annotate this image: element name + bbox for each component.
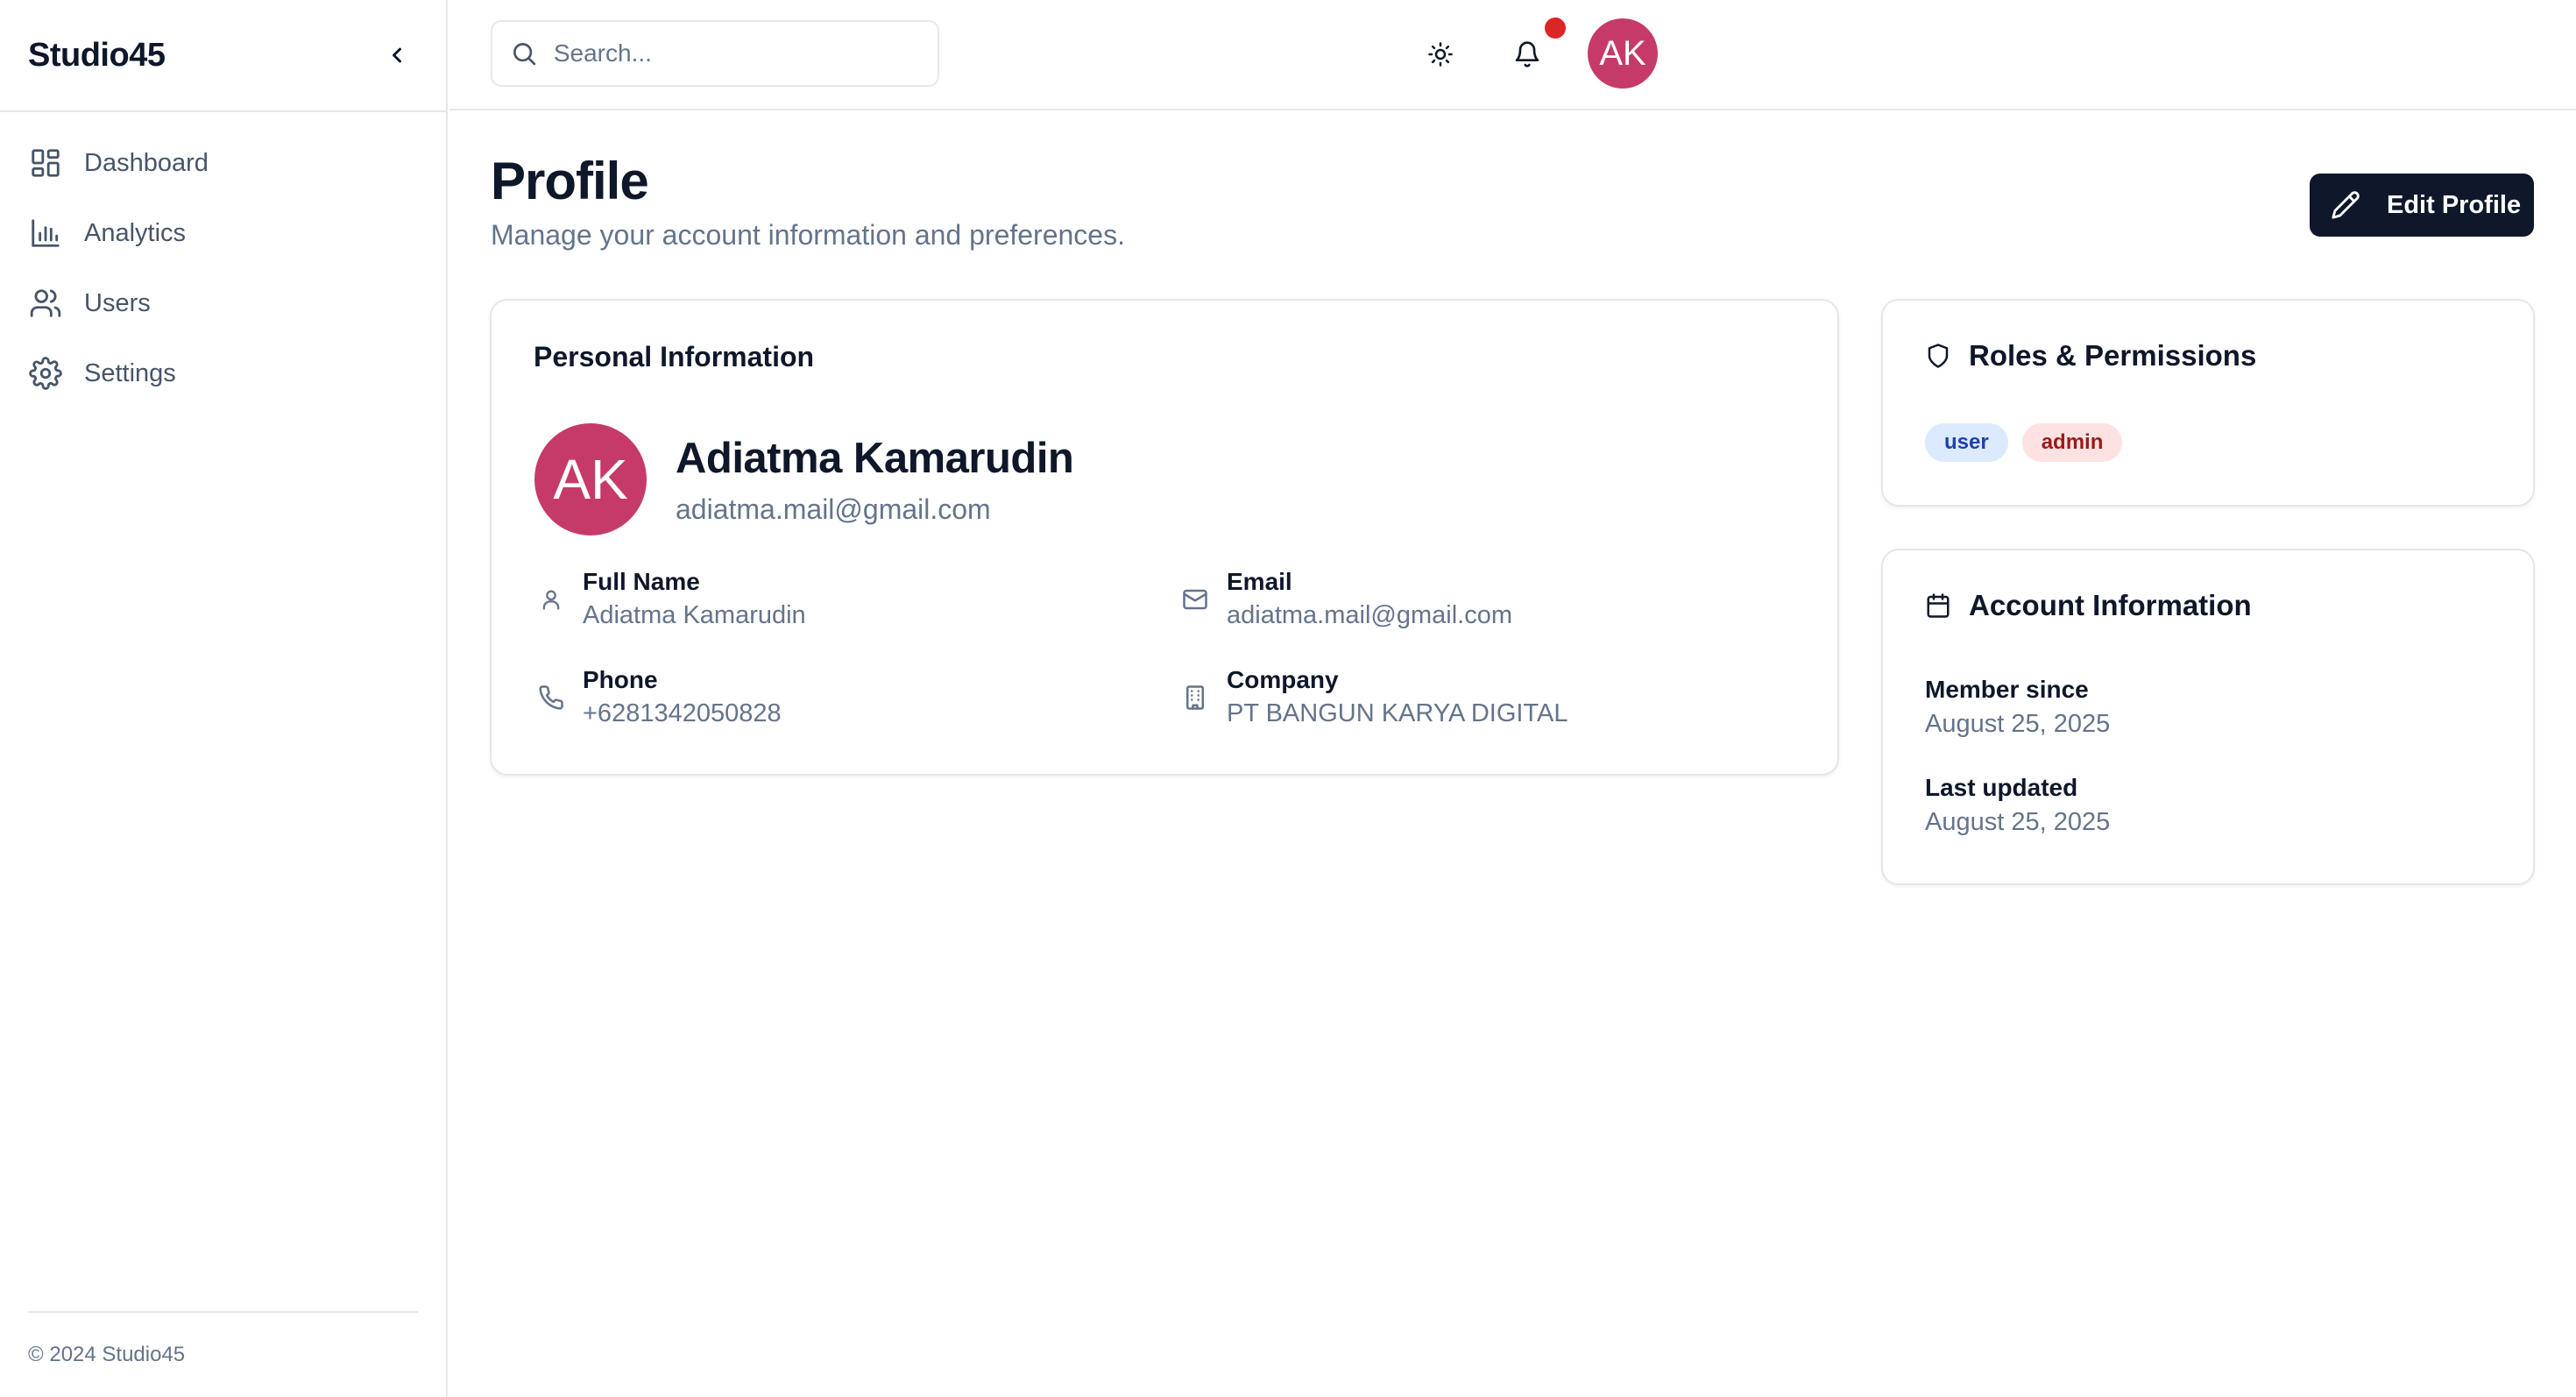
pencil-icon [2332,191,2360,219]
sun-icon [1428,42,1453,67]
roles-card: Roles & Permissions user admin [1881,299,2535,507]
field-email: Email adiatma.mail@gmail.com [1178,566,1512,633]
building-icon [1178,680,1213,715]
copyright-text: © 2024 Studio45 [28,1343,186,1366]
sidebar-item-settings[interactable]: Settings [0,338,446,408]
account-info-card: Account Information Member since August … [1881,549,2535,885]
search-icon [513,43,536,66]
mail-icon [1178,582,1213,617]
role-badge-user: user [1925,423,2008,462]
account-title-row: Account Information [1925,589,2252,622]
sidebar-header: Studio45 [0,0,446,112]
field-value: Adiatma Kamarudin [583,601,806,629]
search-input[interactable] [553,39,920,67]
last-updated-value: August 25, 2025 [1925,808,2111,836]
calendar-icon [1927,593,1950,618]
sidebar-footer: © 2024 Studio45 [28,1311,418,1397]
account-title: Account Information [1969,589,2252,621]
profile-email: adiatma.mail@gmail.com [676,493,991,525]
roles-title-row: Roles & Permissions [1925,339,2256,372]
users-icon [28,286,63,321]
sidebar-item-analytics[interactable]: Analytics [0,198,446,268]
personal-info-title: Personal Information [534,341,815,372]
app-root: Studio45 Dashboard Analytics Users Setti… [0,0,2576,1397]
chevron-left-icon [393,47,401,63]
gear-icon [28,356,63,391]
brand-logo[interactable]: Studio45 [28,37,166,74]
sidebar-item-label: Settings [84,358,176,387]
notifications-button[interactable] [1504,18,1566,77]
member-since-value: August 25, 2025 [1925,710,2111,738]
member-since-label: Member since [1925,676,2089,703]
sidebar-nav: Dashboard Analytics Users Settings [0,112,446,408]
profile-avatar: AK [534,423,647,535]
field-value: adiatma.mail@gmail.com [1227,601,1512,629]
sidebar-item-label: Dashboard [84,148,209,177]
collapse-sidebar-button[interactable] [376,34,418,76]
field-label: Email [1227,568,1292,595]
edit-profile-label: Edit Profile [2387,190,2522,219]
user-avatar-button[interactable]: AK [1588,18,1658,89]
sidebar-item-label: Users [84,288,151,317]
role-badges: user admin [1925,423,2136,462]
field-label: Phone [583,666,658,693]
user-icon [534,582,569,617]
search-box[interactable] [491,20,939,87]
theme-toggle-button[interactable] [1418,32,1463,77]
bell-icon [1515,41,1539,67]
sidebar-item-dashboard[interactable]: Dashboard [0,128,446,198]
personal-info-card: Personal Information AK Adiatma Kamarudi… [490,299,1839,776]
role-badge-admin: admin [2021,423,2123,462]
phone-icon [534,680,569,715]
page-title: Profile [491,152,649,210]
shield-icon [1928,344,1949,368]
roles-title: Roles & Permissions [1969,339,2257,372]
field-full-name: Full Name Adiatma Kamarudin [534,566,806,633]
field-label: Company [1227,666,1339,693]
notification-dot [1545,18,1566,39]
profile-name: Adiatma Kamarudin [676,435,1074,482]
dashboard-icon [28,145,63,181]
sidebar-item-label: Analytics [84,218,187,247]
field-label: Full Name [583,568,700,595]
bar-chart-icon [28,216,63,251]
page-subtitle: Manage your account information and pref… [491,219,1125,251]
edit-profile-button[interactable]: Edit Profile [2310,174,2534,237]
field-company: Company PT BANGUN KARYA DIGITAL [1178,664,1568,731]
field-value: +6281342050828 [583,699,782,727]
topbar: AK [449,0,2576,110]
sidebar-item-users[interactable]: Users [0,268,446,338]
field-value: PT BANGUN KARYA DIGITAL [1227,699,1568,727]
field-phone: Phone +6281342050828 [534,664,782,731]
sidebar: Studio45 Dashboard Analytics Users Setti… [0,0,448,1397]
last-updated-field: Last updated August 25, 2025 [1925,771,2110,840]
last-updated-label: Last updated [1925,774,2078,801]
member-since-field: Member since August 25, 2025 [1925,673,2110,741]
